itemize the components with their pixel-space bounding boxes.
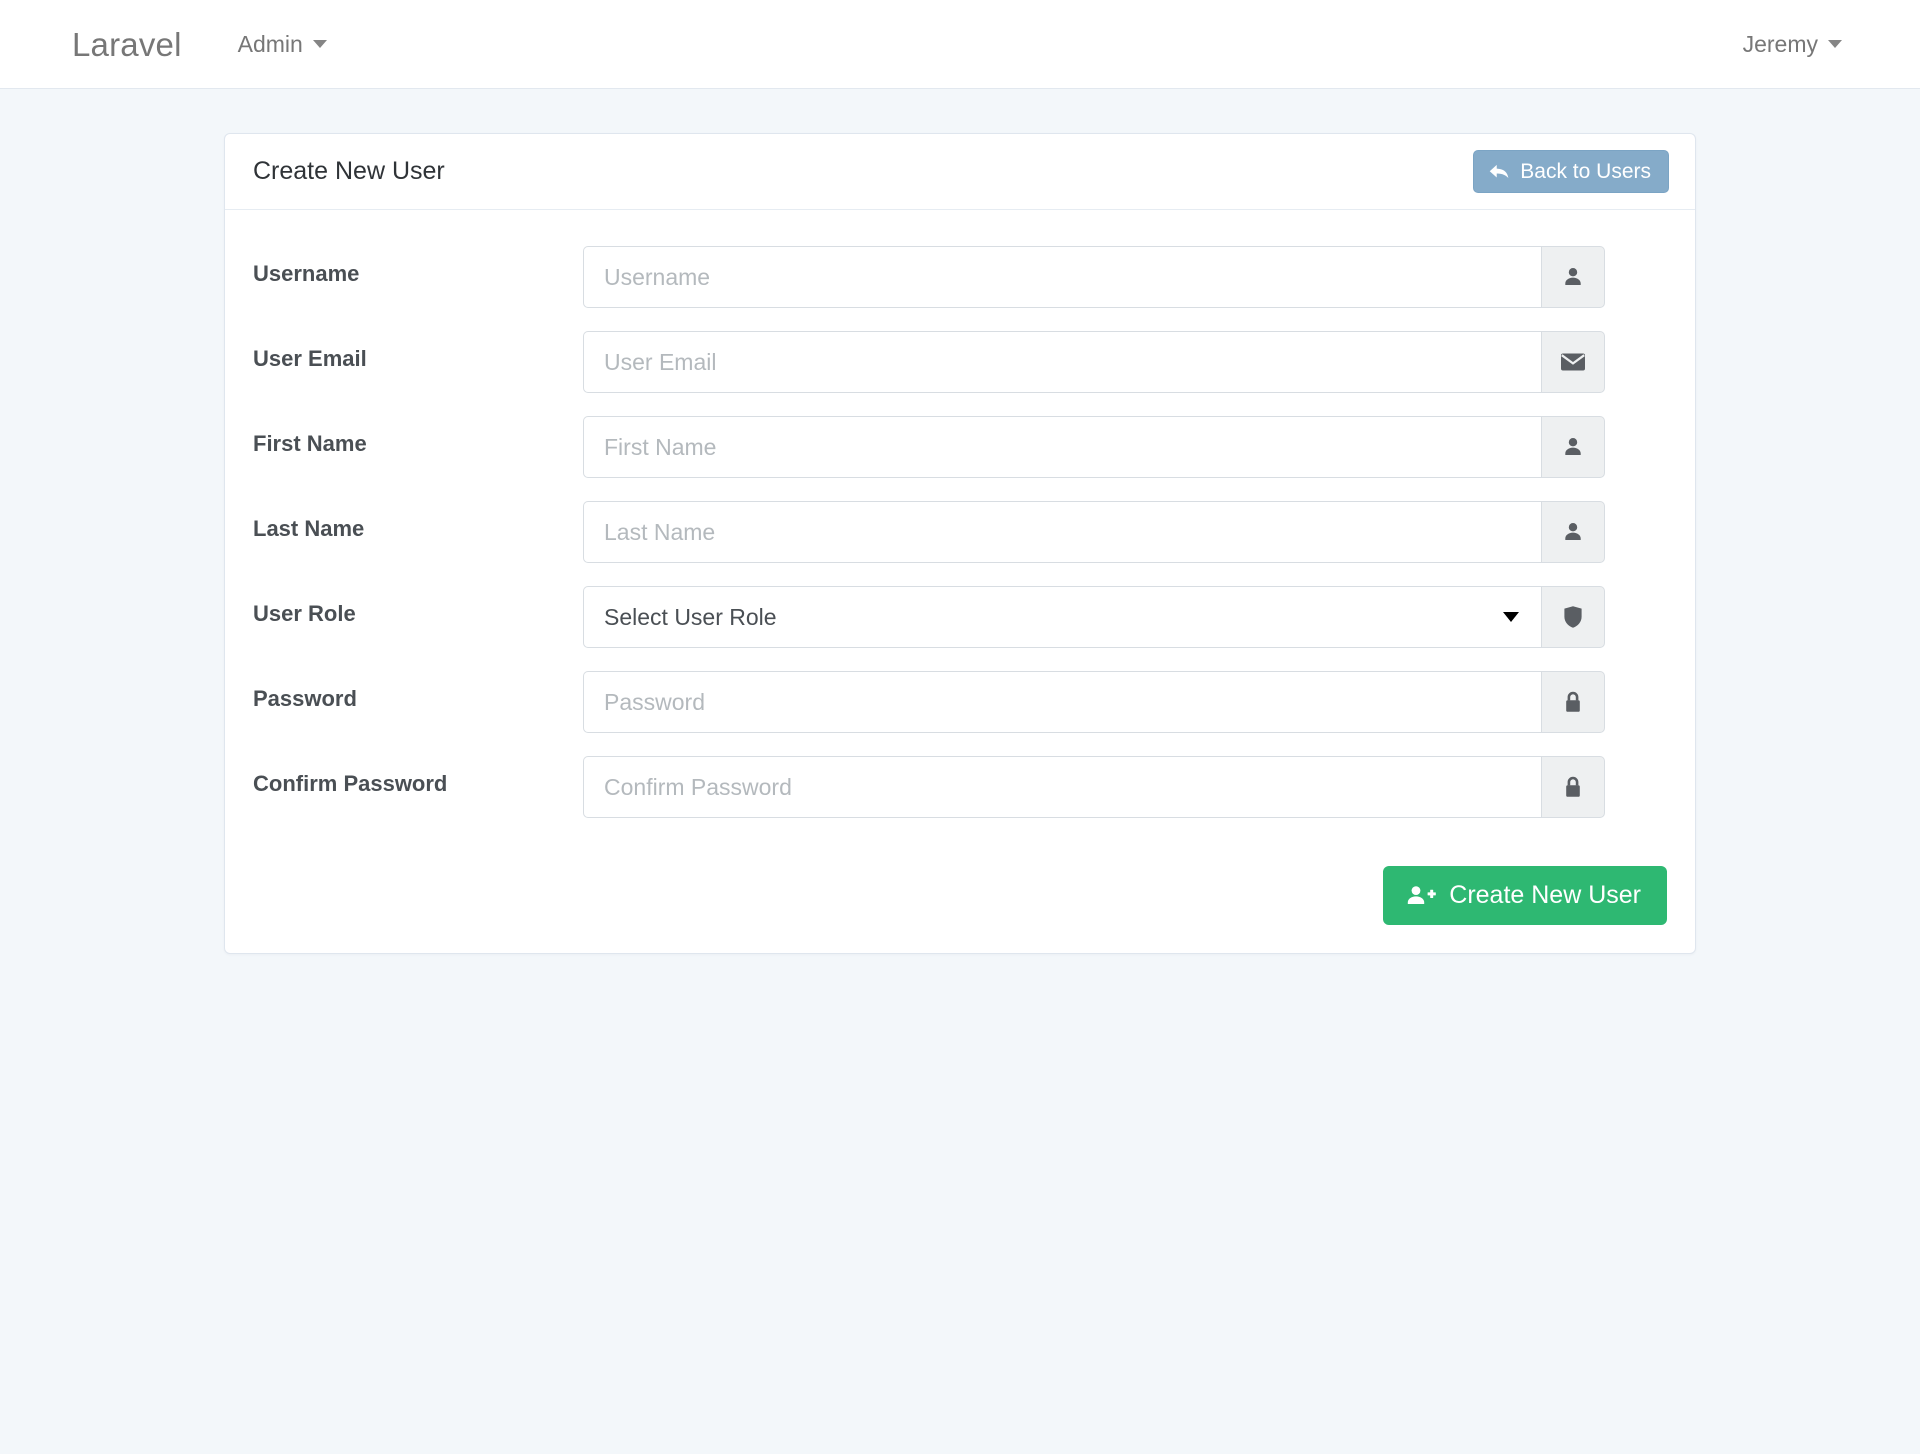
last-name-addon (1541, 501, 1605, 563)
user-icon (1561, 520, 1585, 544)
password-addon (1541, 671, 1605, 733)
page-content: Create New User Back to Users Username (0, 89, 1920, 954)
user-icon (1561, 265, 1585, 289)
form-row-username: Username (253, 246, 1669, 308)
user-menu-label: Jeremy (1743, 33, 1818, 56)
reply-arrow-icon (1488, 162, 1510, 182)
back-to-users-button[interactable]: Back to Users (1473, 150, 1669, 193)
page-title: Create New User (253, 159, 445, 184)
envelope-icon (1560, 352, 1586, 372)
label-first-name: First Name (253, 416, 583, 457)
form-actions: Create New User (253, 841, 1669, 925)
user-role-addon (1541, 586, 1605, 648)
top-navbar: Laravel Admin Jeremy (0, 0, 1920, 89)
create-user-card: Create New User Back to Users Username (224, 133, 1696, 954)
user-menu[interactable]: Jeremy (1743, 33, 1880, 56)
back-to-users-label: Back to Users (1520, 161, 1651, 182)
shield-icon (1563, 605, 1583, 629)
form-row-first-name: First Name (253, 416, 1669, 478)
label-last-name: Last Name (253, 501, 583, 542)
first-name-addon (1541, 416, 1605, 478)
input-group-last-name (583, 501, 1605, 563)
user-plus-icon (1406, 884, 1436, 908)
user-email-addon (1541, 331, 1605, 393)
last-name-input[interactable] (583, 501, 1541, 563)
nav-item-admin-label: Admin (238, 33, 303, 56)
input-group-password (583, 671, 1605, 733)
create-new-user-label: Create New User (1449, 883, 1641, 908)
password-input[interactable] (583, 671, 1541, 733)
input-group-first-name (583, 416, 1605, 478)
label-user-email: User Email (253, 331, 583, 372)
chevron-down-icon (313, 40, 327, 48)
user-email-input[interactable] (583, 331, 1541, 393)
form-row-user-email: User Email (253, 331, 1669, 393)
form-row-confirm-password: Confirm Password (253, 756, 1669, 818)
user-role-select-wrap: Select User Role (583, 586, 1541, 648)
label-user-role: User Role (253, 586, 583, 627)
chevron-down-icon (1828, 40, 1842, 48)
first-name-input[interactable] (583, 416, 1541, 478)
card-body: Username User Email (225, 210, 1695, 953)
create-new-user-button[interactable]: Create New User (1383, 866, 1667, 925)
lock-icon (1563, 775, 1583, 799)
label-username: Username (253, 246, 583, 287)
username-addon (1541, 246, 1605, 308)
primary-nav: Admin (238, 33, 327, 56)
username-input[interactable] (583, 246, 1541, 308)
label-confirm-password: Confirm Password (253, 756, 583, 797)
form-row-password: Password (253, 671, 1669, 733)
user-role-select[interactable]: Select User Role (583, 586, 1541, 648)
input-group-user-role: Select User Role (583, 586, 1605, 648)
form-row-last-name: Last Name (253, 501, 1669, 563)
input-group-confirm-password (583, 756, 1605, 818)
input-group-user-email (583, 331, 1605, 393)
label-password: Password (253, 671, 583, 712)
user-icon (1561, 435, 1585, 459)
input-group-username (583, 246, 1605, 308)
lock-icon (1563, 690, 1583, 714)
nav-item-admin[interactable]: Admin (238, 33, 327, 56)
form-row-user-role: User Role Select User Role (253, 586, 1669, 648)
card-header: Create New User Back to Users (225, 134, 1695, 210)
brand-logo[interactable]: Laravel (72, 28, 182, 61)
confirm-password-addon (1541, 756, 1605, 818)
confirm-password-input[interactable] (583, 756, 1541, 818)
